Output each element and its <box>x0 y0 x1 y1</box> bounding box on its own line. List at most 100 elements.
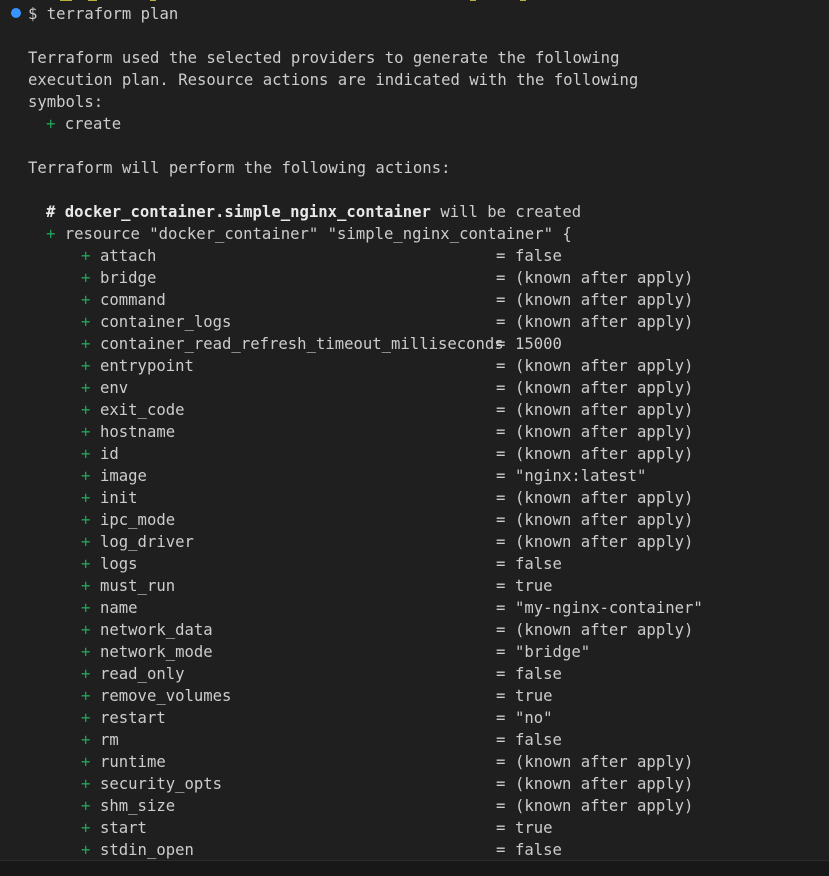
attribute-equals: = <box>496 335 506 353</box>
prompt-symbol: $ <box>28 5 38 23</box>
attribute-row: + start = true <box>0 817 829 839</box>
attribute-row: + read_only = false <box>0 663 829 685</box>
attribute-equals: = <box>496 709 506 727</box>
attribute-plus: + <box>81 247 91 265</box>
attribute-plus: + <box>81 841 91 859</box>
attribute-plus: + <box>81 797 91 815</box>
attribute-name: ipc_mode <box>100 511 176 529</box>
attribute-name: security_opts <box>100 775 223 793</box>
attribute-equals: = <box>496 313 506 331</box>
attribute-value: (known after apply) <box>515 753 694 771</box>
attribute-name: name <box>100 599 138 617</box>
attribute-equals: = <box>496 819 506 837</box>
attribute-name: logs <box>100 555 138 573</box>
attribute-value: false <box>515 247 562 265</box>
attribute-row: + hostname = (known after apply) <box>0 421 829 443</box>
attribute-equals: = <box>496 401 506 419</box>
resource-suffix: will be created <box>430 203 582 221</box>
attribute-equals: = <box>496 621 506 639</box>
attribute-name: log_driver <box>100 533 194 551</box>
attribute-row: + entrypoint = (known after apply) <box>0 355 829 377</box>
attribute-plus: + <box>81 269 91 287</box>
attribute-value: false <box>515 665 562 683</box>
attribute-equals: = <box>496 797 506 815</box>
attribute-name: container_read_refresh_timeout_milliseco… <box>100 335 504 353</box>
attribute-plus: + <box>81 599 91 617</box>
attribute-equals: = <box>496 643 506 661</box>
resource-comment: # docker_container.simple_nginx_containe… <box>46 201 581 223</box>
attribute-equals: = <box>496 753 506 771</box>
attribute-value: (known after apply) <box>515 291 694 309</box>
attribute-value: false <box>515 841 562 859</box>
attribute-value: (known after apply) <box>515 269 694 287</box>
attribute-row: + bridge = (known after apply) <box>0 267 829 289</box>
attribute-name: network_data <box>100 621 213 639</box>
attribute-name: env <box>100 379 129 397</box>
attribute-name: hostname <box>100 423 176 441</box>
terminal-panel[interactable]: $ terraform plan Terraform used the sele… <box>0 0 829 876</box>
attribute-equals: = <box>496 357 506 375</box>
attribute-plus: + <box>81 753 91 771</box>
intro-line-1: Terraform used the selected providers to… <box>28 49 620 67</box>
attribute-equals: = <box>496 445 506 463</box>
attribute-row: + restart = "no" <box>0 707 829 729</box>
attribute-value: true <box>515 819 553 837</box>
attribute-equals: = <box>496 291 506 309</box>
comment-hash: # <box>46 203 56 221</box>
attribute-value: (known after apply) <box>515 511 694 529</box>
attribute-equals: = <box>496 269 506 287</box>
attribute-row: + remove_volumes = true <box>0 685 829 707</box>
attribute-equals: = <box>496 533 506 551</box>
attribute-row: + stdin_open = false <box>0 839 829 861</box>
attribute-value: (known after apply) <box>515 379 694 397</box>
attribute-equals: = <box>496 511 506 529</box>
attribute-value: 15000 <box>515 335 562 353</box>
attribute-row: + command = (known after apply) <box>0 289 829 311</box>
attribute-name: image <box>100 467 147 485</box>
attribute-name: read_only <box>100 665 185 683</box>
attribute-plus: + <box>81 291 91 309</box>
attribute-plus: + <box>81 643 91 661</box>
attribute-name: start <box>100 819 147 837</box>
attribute-plus: + <box>81 775 91 793</box>
intro-line-2: execution plan. Resource actions are ind… <box>28 71 639 89</box>
attribute-name: restart <box>100 709 166 727</box>
attribute-equals: = <box>496 775 506 793</box>
create-label: create <box>64 115 122 133</box>
attribute-name: command <box>100 291 166 309</box>
resource-declaration: + resource "docker_container" "simple_ng… <box>46 223 572 245</box>
attribute-equals: = <box>496 841 506 859</box>
attribute-name: exit_code <box>100 401 185 419</box>
attribute-plus: + <box>81 819 91 837</box>
attribute-plus: + <box>81 401 91 419</box>
attribute-row: + image = "nginx:latest" <box>0 465 829 487</box>
attribute-value: (known after apply) <box>515 313 694 331</box>
actions-heading: Terraform will perform the following act… <box>28 159 451 177</box>
attribute-plus: + <box>81 423 91 441</box>
attribute-plus: + <box>81 555 91 573</box>
attribute-plus: + <box>81 577 91 595</box>
attribute-value: (known after apply) <box>515 797 694 815</box>
attribute-equals: = <box>496 687 506 705</box>
attribute-equals: = <box>496 489 506 507</box>
attribute-name: rm <box>100 731 119 749</box>
attribute-row: + must_run = true <box>0 575 829 597</box>
attribute-value: "nginx:latest" <box>515 467 647 485</box>
attribute-name: container_logs <box>100 313 232 331</box>
attribute-plus: + <box>81 665 91 683</box>
attribute-equals: = <box>496 247 506 265</box>
attribute-row: + security_opts = (known after apply) <box>0 773 829 795</box>
attribute-name: init <box>100 489 138 507</box>
attribute-row: + runtime = (known after apply) <box>0 751 829 773</box>
attribute-value: (known after apply) <box>515 621 694 639</box>
attribute-value: true <box>515 687 553 705</box>
attribute-name: must_run <box>100 577 176 595</box>
command-decoration-dot[interactable] <box>11 8 21 18</box>
attribute-row: + rm = false <box>0 729 829 751</box>
attribute-value: (known after apply) <box>515 357 694 375</box>
create-symbol: + <box>46 115 56 133</box>
terminal-bottom-edge <box>0 860 829 876</box>
attribute-equals: = <box>496 555 506 573</box>
resource-declaration-text: resource "docker_container" "simple_ngin… <box>64 225 572 243</box>
attribute-value: "my-nginx-container" <box>515 599 703 617</box>
